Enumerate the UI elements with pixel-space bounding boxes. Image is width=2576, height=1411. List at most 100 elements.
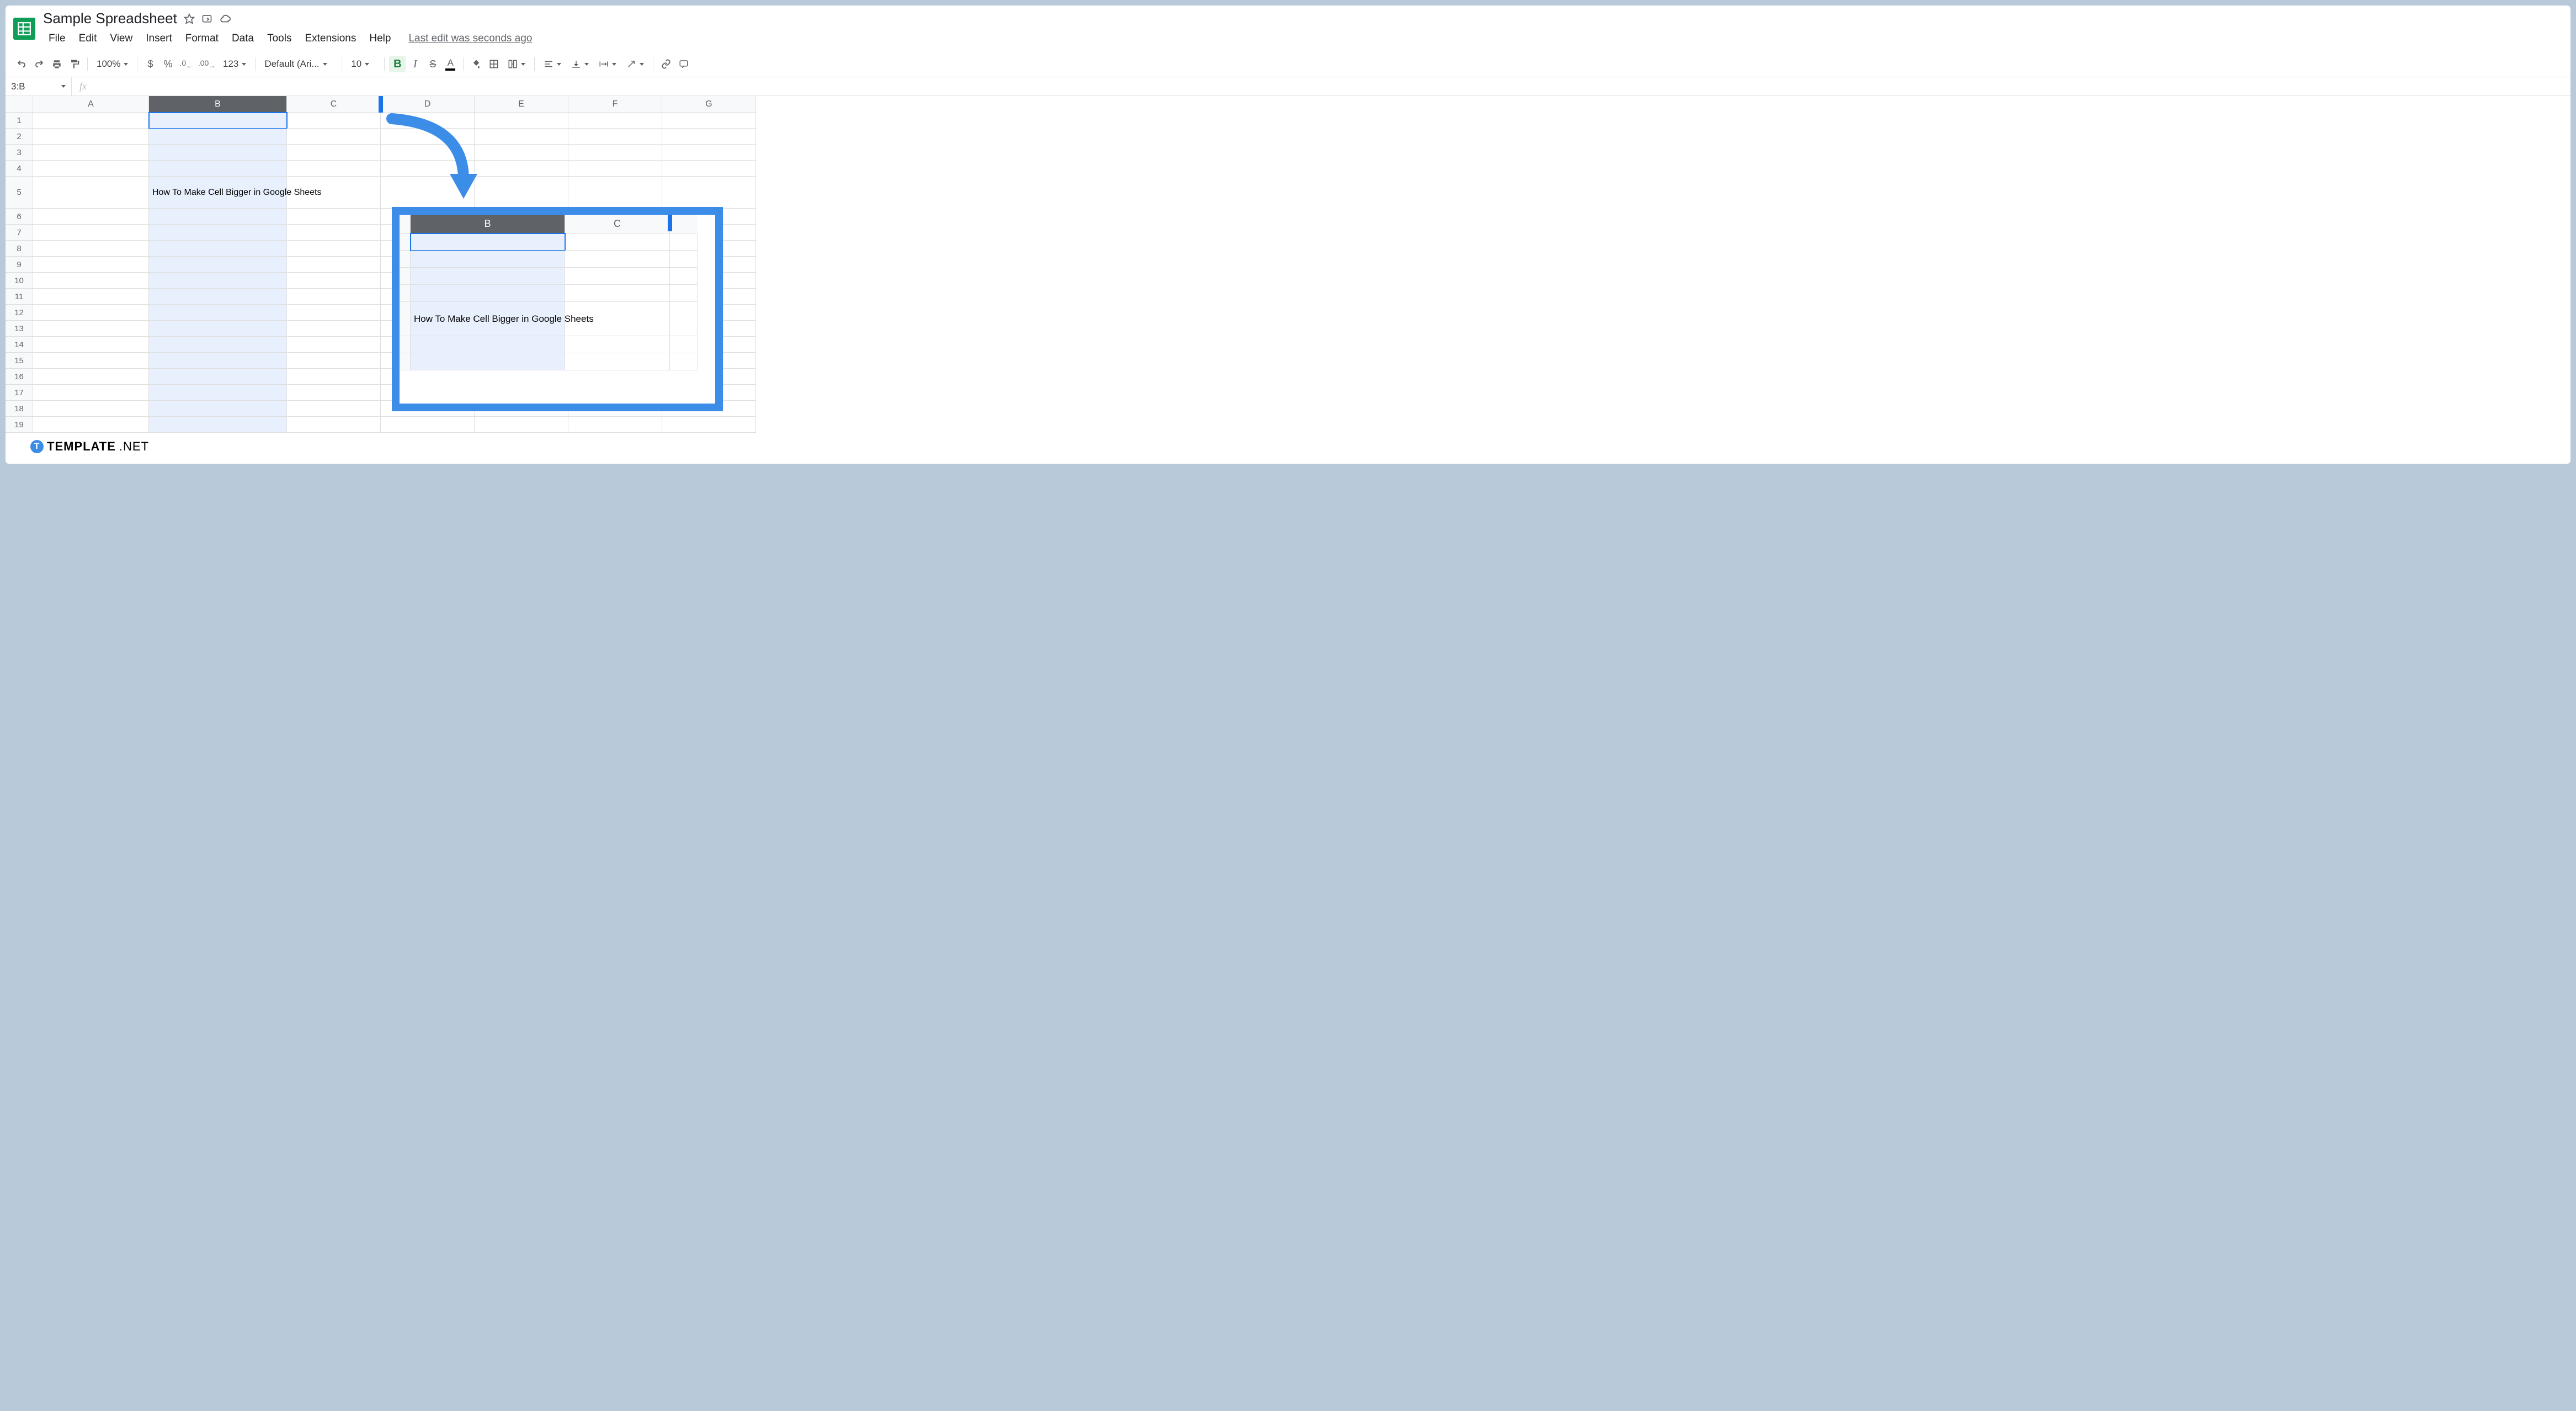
row-header[interactable]: 17 (6, 385, 33, 401)
title-wrap: Sample Spreadsheet File Edit View Insert… (43, 10, 2563, 47)
row-header[interactable]: 15 (6, 353, 33, 369)
cell-b5: How To Make Cell Bigger in Google Sheets (149, 177, 287, 209)
divider (534, 57, 535, 71)
font-dropdown[interactable]: Default (Ari... (260, 56, 337, 72)
link-button[interactable] (658, 56, 674, 72)
star-icon[interactable] (184, 13, 195, 24)
row-header[interactable]: 18 (6, 401, 33, 417)
menu-help[interactable]: Help (364, 30, 396, 47)
undo-button[interactable] (13, 56, 30, 72)
print-button[interactable] (49, 56, 65, 72)
app-window: Sample Spreadsheet File Edit View Insert… (6, 6, 2570, 464)
menu-file[interactable]: File (43, 30, 71, 47)
row-header[interactable]: 10 (6, 273, 33, 289)
row-header[interactable]: 3 (6, 145, 33, 161)
col-header-a[interactable]: A (33, 96, 149, 113)
menubar: File Edit View Insert Format Data Tools … (43, 30, 2563, 47)
caret-down-icon (584, 63, 589, 66)
inset-col-c: C (565, 215, 670, 234)
row-header[interactable]: 9 (6, 257, 33, 273)
toolbar: 100% $ % .0← .00→ 123 Default (Ari... 10… (6, 51, 2570, 77)
paint-format-button[interactable] (66, 56, 83, 72)
menu-tools[interactable]: Tools (262, 30, 297, 47)
caret-down-icon (323, 63, 327, 66)
caret-down-icon (521, 63, 525, 66)
italic-button[interactable]: I (407, 56, 423, 72)
caret-down-icon (557, 63, 561, 66)
watermark: T TEMPLATE.NET (30, 439, 149, 454)
name-box-value: 3:B (11, 81, 25, 92)
increase-decimal-button[interactable]: .00→ (196, 56, 217, 72)
menu-format[interactable]: Format (180, 30, 224, 47)
divider (463, 57, 464, 71)
menu-data[interactable]: Data (226, 30, 259, 47)
row-header[interactable]: 1 (6, 113, 33, 129)
caret-down-icon (640, 63, 644, 66)
document-title[interactable]: Sample Spreadsheet (43, 10, 177, 27)
menu-view[interactable]: View (104, 30, 138, 47)
col-header-g[interactable]: G (662, 96, 756, 113)
col-header-c[interactable]: C (287, 96, 381, 113)
fill-color-button[interactable] (468, 56, 485, 72)
inset-cell-b5: How To Make Cell Bigger in Google Sheets (411, 302, 565, 336)
text-color-button[interactable]: A (442, 56, 459, 72)
fontsize-dropdown[interactable]: 10 (347, 56, 380, 72)
bold-button[interactable]: B (389, 56, 406, 72)
row-header[interactable]: 16 (6, 369, 33, 385)
font-label: Default (Ari... (264, 59, 319, 70)
menu-insert[interactable]: Insert (140, 30, 178, 47)
col-header-f[interactable]: F (568, 96, 662, 113)
select-all-corner[interactable] (6, 96, 33, 113)
row-header[interactable]: 5 (6, 177, 33, 209)
move-icon[interactable] (201, 13, 212, 24)
col-header-e[interactable]: E (475, 96, 568, 113)
strikethrough-button[interactable]: S (424, 56, 441, 72)
rotate-dropdown[interactable] (622, 56, 648, 72)
row-header[interactable]: 4 (6, 161, 33, 177)
merge-dropdown[interactable] (503, 56, 530, 72)
decrease-decimal-button[interactable]: .0← (177, 56, 194, 72)
percent-button[interactable]: % (159, 56, 176, 72)
currency-button[interactable]: $ (142, 56, 158, 72)
inset-col-b: B (411, 215, 565, 234)
row-header[interactable]: 8 (6, 241, 33, 257)
halign-dropdown[interactable] (539, 56, 566, 72)
caret-down-icon (612, 63, 616, 66)
zoom-value: 100% (97, 59, 120, 70)
row-header[interactable]: 2 (6, 129, 33, 145)
inset-resize-handle (668, 215, 672, 231)
row-header[interactable]: 11 (6, 289, 33, 305)
number-format-dropdown[interactable]: 123 (219, 56, 251, 72)
caret-down-icon (365, 63, 369, 66)
caret-down-icon (61, 85, 66, 88)
fx-icon: fx (72, 81, 94, 92)
caret-down-icon (124, 63, 128, 66)
menu-edit[interactable]: Edit (73, 30, 103, 47)
inset-preview: B C How To Make Cell Bigger in Google Sh… (392, 207, 723, 411)
wrap-dropdown[interactable] (594, 56, 621, 72)
sheets-logo-icon[interactable] (13, 18, 35, 40)
row-header[interactable]: 6 (6, 209, 33, 225)
annotation-arrow-icon (381, 113, 491, 215)
cell-b1 (149, 113, 287, 129)
row-header[interactable]: 12 (6, 305, 33, 321)
redo-button[interactable] (31, 56, 47, 72)
cloud-icon[interactable] (219, 13, 231, 25)
brand-icon: T (30, 440, 44, 453)
column-resize-handle[interactable] (379, 96, 383, 113)
name-box[interactable]: 3:B (6, 77, 72, 96)
last-edit-link[interactable]: Last edit was seconds ago (408, 33, 532, 45)
menu-extensions[interactable]: Extensions (299, 30, 361, 47)
col-header-d[interactable]: D (381, 96, 475, 113)
row-header[interactable]: 7 (6, 225, 33, 241)
title-row: Sample Spreadsheet (43, 10, 2563, 27)
row-header[interactable]: 13 (6, 321, 33, 337)
col-header-b[interactable]: B (149, 96, 287, 113)
borders-button[interactable] (486, 56, 502, 72)
formula-input[interactable] (94, 77, 2570, 96)
row-header[interactable]: 19 (6, 417, 33, 433)
valign-dropdown[interactable] (567, 56, 593, 72)
comment-button[interactable] (675, 56, 692, 72)
row-header[interactable]: 14 (6, 337, 33, 353)
zoom-dropdown[interactable]: 100% (92, 56, 132, 72)
